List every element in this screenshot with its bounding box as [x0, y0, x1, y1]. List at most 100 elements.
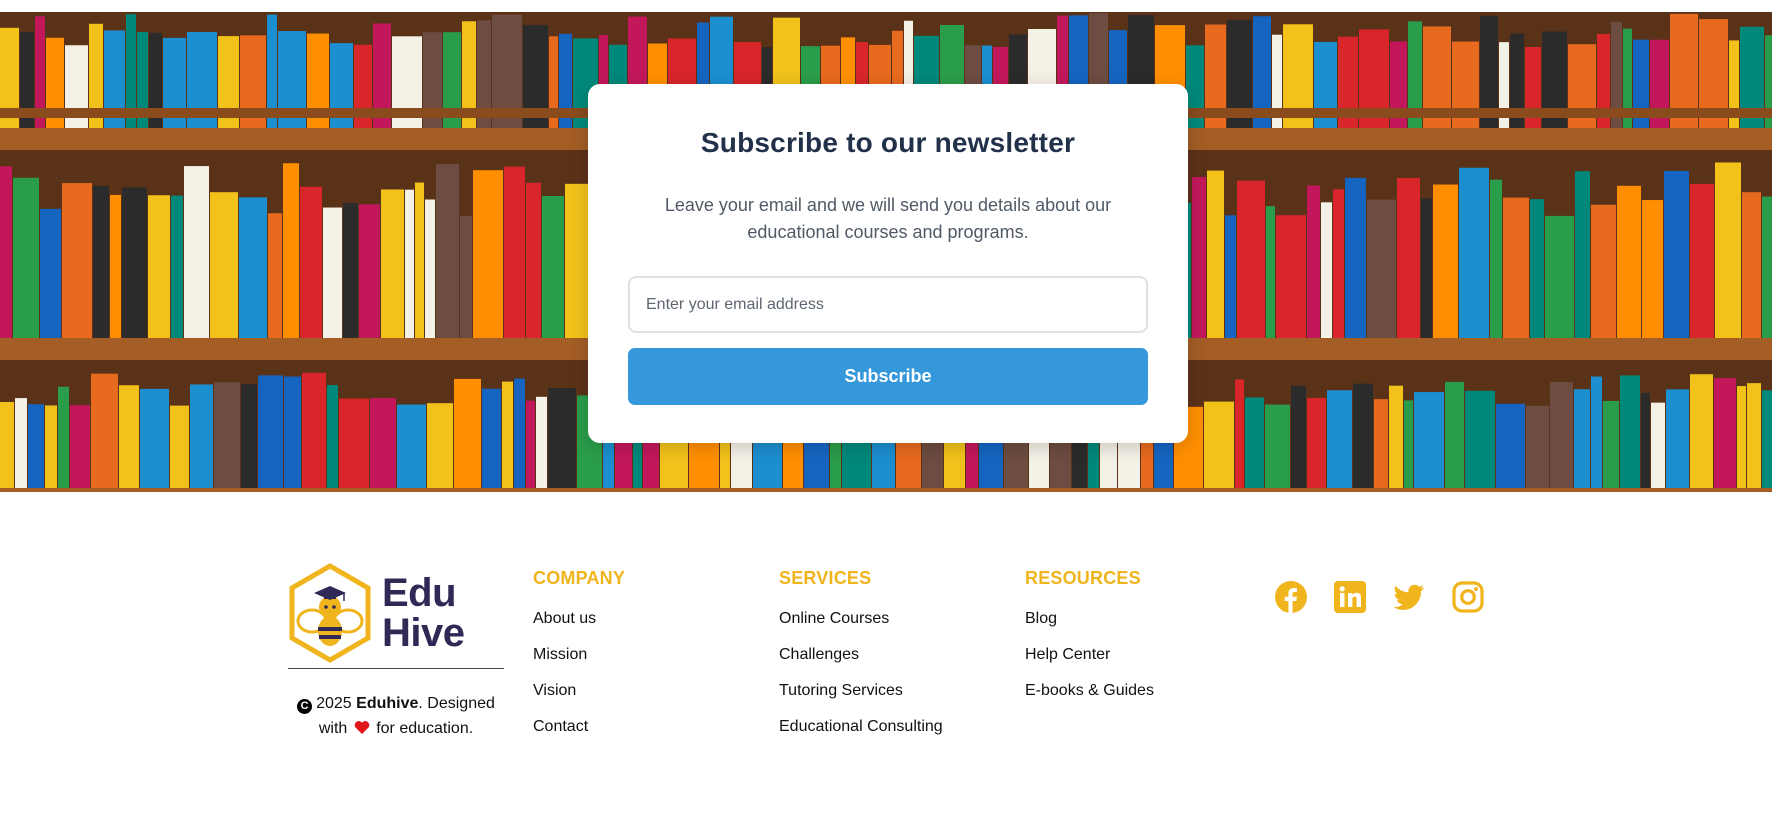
instagram-link[interactable]	[1451, 580, 1485, 614]
book-spine	[1620, 375, 1640, 492]
book-spine	[1414, 392, 1444, 492]
social-links	[1274, 580, 1510, 614]
book-spine	[1265, 404, 1290, 492]
book-spine	[330, 43, 353, 132]
logo[interactable]: Edu Hive	[288, 562, 504, 664]
book-spine	[1496, 403, 1525, 492]
book-spine	[1237, 180, 1265, 342]
book-spine	[397, 404, 426, 492]
book-spine	[502, 381, 513, 492]
book-spine	[140, 388, 169, 492]
link-mission[interactable]: Mission	[533, 645, 625, 665]
book-spine	[1452, 41, 1479, 132]
link-vision[interactable]: Vision	[533, 681, 625, 701]
book-spine	[454, 378, 481, 492]
book-spine	[1245, 397, 1264, 492]
column-heading-company: COMPANY	[533, 568, 626, 588]
book-spine	[1591, 376, 1602, 492]
book-spine	[370, 397, 396, 492]
book-spine	[1642, 200, 1663, 342]
link-contact[interactable]: Contact	[533, 717, 625, 737]
book-spine	[1225, 215, 1236, 342]
book-spine	[122, 187, 147, 342]
newsletter-description: Leave your email and we will send you de…	[664, 195, 1112, 242]
book-spine	[1591, 204, 1616, 342]
book-spine	[1641, 392, 1650, 492]
book-spine	[354, 44, 372, 132]
heart-icon	[354, 721, 370, 734]
book-spine	[1762, 196, 1772, 342]
book-spine	[1650, 39, 1669, 133]
book-spine	[1651, 402, 1665, 492]
book-spine	[62, 183, 92, 342]
book-spine	[1235, 379, 1244, 492]
book-spine	[323, 207, 342, 342]
book-spine	[171, 195, 183, 342]
link-about-us[interactable]: About us	[533, 609, 625, 629]
book-spine	[1345, 177, 1366, 342]
footer-column-services: SERVICES Online Courses Challenges Tutor…	[779, 568, 943, 753]
book-spine	[1737, 386, 1746, 492]
link-ebooks-guides[interactable]: E-books & Guides	[1025, 681, 1154, 701]
book-spine	[1397, 177, 1420, 342]
facebook-link[interactable]	[1274, 580, 1308, 614]
book-spine	[1374, 399, 1388, 492]
link-educational-consulting[interactable]: Educational Consulting	[779, 717, 943, 737]
column-heading-services: SERVICES	[779, 568, 872, 588]
subscribe-button[interactable]: Subscribe	[628, 348, 1148, 405]
book-spine	[58, 386, 69, 492]
book-spine	[1390, 41, 1407, 132]
book-spine	[1617, 185, 1641, 342]
book-spine	[1459, 167, 1489, 342]
linkedin-icon	[1334, 581, 1366, 613]
book-spine	[110, 194, 121, 342]
book-spine	[1545, 215, 1574, 342]
book-spine	[13, 177, 39, 342]
copyright-brand: Eduhive	[356, 695, 419, 712]
book-spine	[1186, 45, 1204, 132]
twitter-link[interactable]	[1392, 580, 1426, 614]
copyright-icon: C	[297, 699, 313, 714]
footer-column-company: COMPANY About us Mission Vision Contact	[533, 568, 625, 753]
book-spine	[473, 170, 503, 342]
book-spine	[343, 202, 358, 342]
book-spine	[70, 405, 90, 492]
book-spine	[302, 372, 326, 492]
book-spine	[258, 375, 283, 492]
book-spine	[1715, 162, 1741, 342]
book-spine	[1526, 405, 1549, 492]
link-tutoring-services[interactable]: Tutoring Services	[779, 681, 943, 701]
book-spine	[1714, 378, 1736, 492]
linkedin-link[interactable]	[1333, 580, 1367, 614]
email-input[interactable]	[628, 276, 1148, 333]
book-spine	[210, 192, 238, 342]
book-spine	[359, 204, 380, 342]
column-heading-resources: RESOURCES	[1025, 568, 1141, 588]
book-spine	[1367, 199, 1396, 342]
book-spine	[536, 396, 547, 492]
copyright-text: C 2025 Eduhive. Designed with for educati…	[288, 691, 504, 741]
newsletter-card: Subscribe to our newsletter Leave your e…	[588, 84, 1188, 443]
book-spine	[91, 373, 118, 492]
link-help-center[interactable]: Help Center	[1025, 645, 1154, 665]
footer-column-resources: RESOURCES Blog Help Center E-books & Gui…	[1025, 568, 1154, 717]
book-spine	[241, 384, 257, 492]
book-spine	[1276, 215, 1306, 342]
book-spine	[1389, 385, 1403, 492]
newsletter-title: Subscribe to our newsletter	[700, 127, 1076, 158]
book-spine	[1747, 383, 1761, 492]
copyright-year: 2025	[316, 695, 352, 712]
book-spine	[1729, 40, 1739, 132]
book-spine	[482, 388, 501, 492]
book-spine	[15, 398, 27, 492]
link-online-courses[interactable]: Online Courses	[779, 609, 943, 629]
book-spine	[327, 385, 338, 492]
book-spine	[1503, 197, 1529, 342]
book-spine	[239, 197, 267, 342]
link-blog[interactable]: Blog	[1025, 609, 1154, 629]
book-spine	[1690, 183, 1714, 342]
book-spine	[548, 388, 576, 492]
book-spine	[1499, 42, 1509, 132]
link-challenges[interactable]: Challenges	[779, 645, 943, 665]
book-spine	[268, 213, 282, 342]
